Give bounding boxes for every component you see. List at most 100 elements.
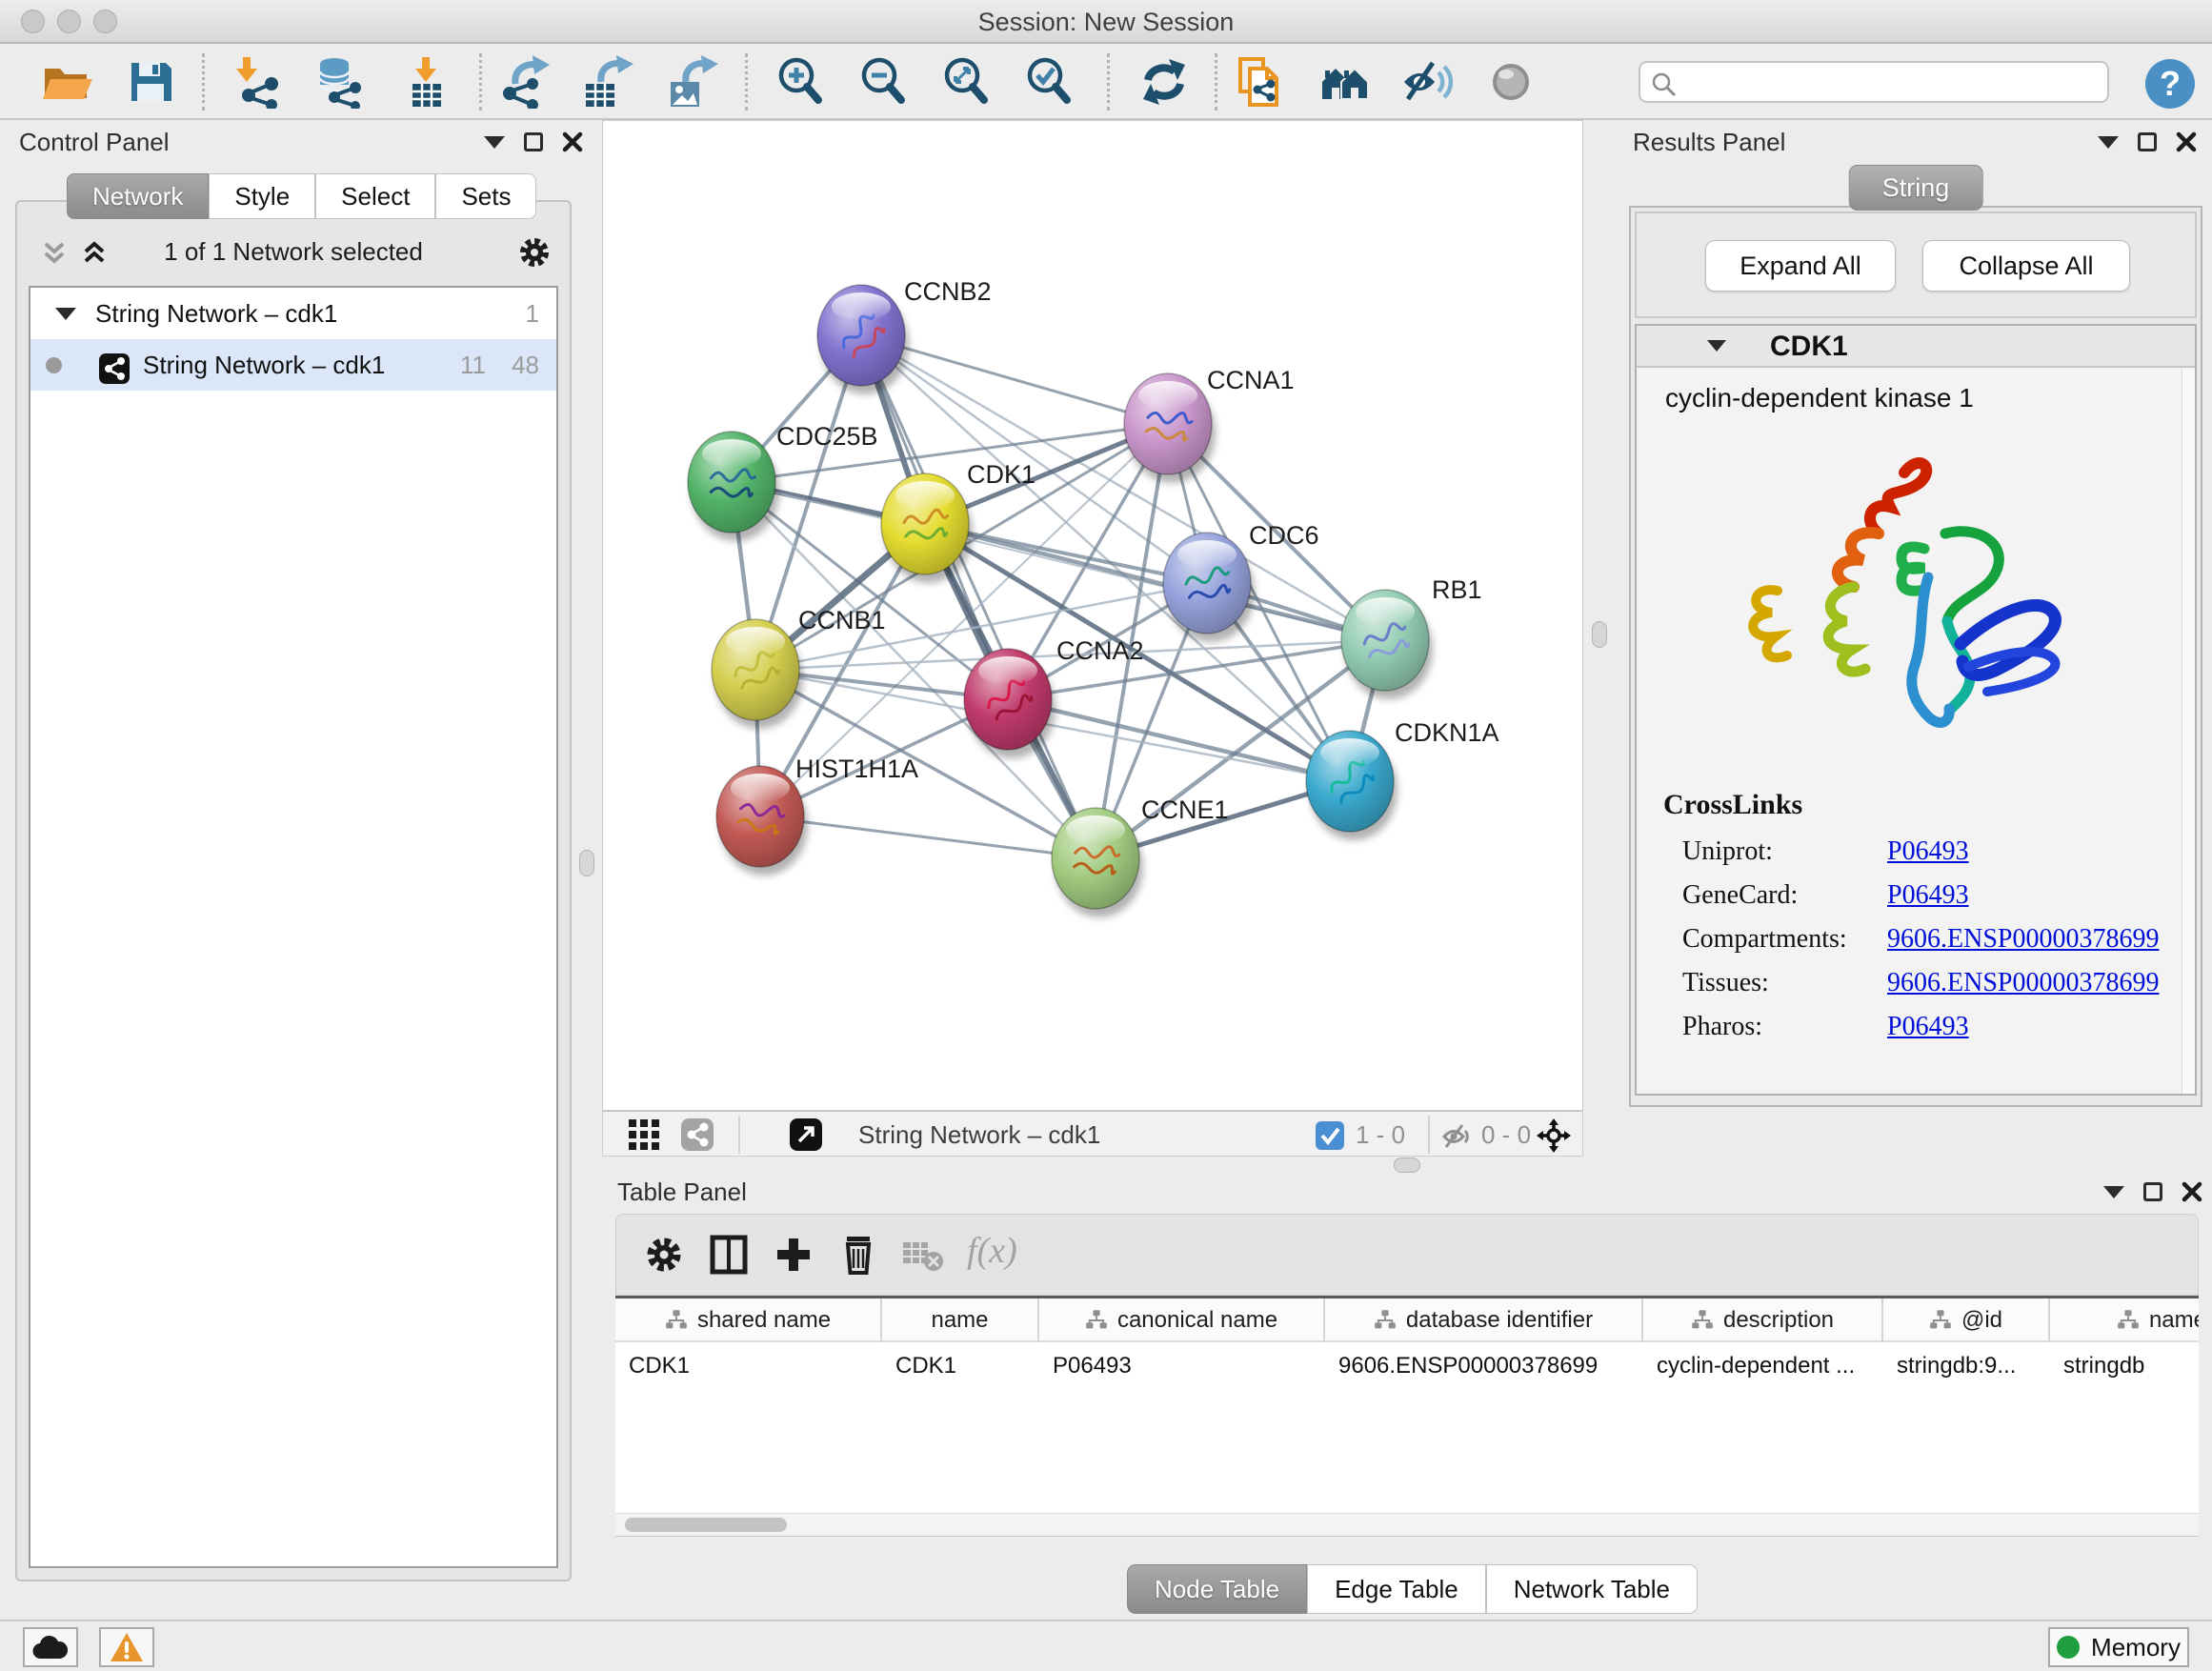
network-graph[interactable]: CCNB2CCNA1CDC25BCDK1CDC6RB1CCNB1CCNA2CDK… xyxy=(603,121,1582,1110)
node-CCNB2[interactable] xyxy=(817,285,909,394)
delete-column-icon[interactable] xyxy=(837,1234,879,1280)
table-row[interactable]: CDK1CDK1P064939606.ENSP00000378699cyclin… xyxy=(615,1344,2199,1388)
node-CDC6[interactable] xyxy=(1163,533,1255,642)
tab-network-table[interactable]: Network Table xyxy=(1486,1564,1698,1614)
expand-all-button[interactable]: Expand All xyxy=(1705,240,1896,292)
collection-expander-icon[interactable] xyxy=(55,308,76,320)
left-splitter-handle[interactable] xyxy=(579,850,594,876)
panel-menu-icon[interactable] xyxy=(2098,136,2119,149)
export-network-icon[interactable] xyxy=(498,55,552,109)
panel-menu-icon[interactable] xyxy=(484,136,505,149)
selected-checkbox-icon[interactable] xyxy=(1316,1121,1344,1155)
node-CDK1[interactable] xyxy=(881,473,973,583)
save-session-icon[interactable] xyxy=(124,55,177,109)
tab-sets[interactable]: Sets xyxy=(435,173,536,219)
table-cell[interactable]: cyclin-dependent ... xyxy=(1643,1344,1883,1388)
network-collection-row[interactable]: String Network – cdk1 1 xyxy=(30,288,556,339)
table-cell[interactable]: P06493 xyxy=(1039,1344,1325,1388)
cloud-button[interactable] xyxy=(23,1627,78,1667)
warnings-button[interactable] xyxy=(99,1627,154,1667)
node-CCNA2[interactable] xyxy=(964,649,1056,758)
horizontal-splitter-handle[interactable] xyxy=(1394,1158,1420,1173)
table-settings-gear-icon[interactable] xyxy=(643,1234,685,1280)
hide-glass-eye-icon[interactable] xyxy=(1400,55,1454,109)
network-share-view-icon[interactable] xyxy=(681,1118,714,1156)
node-CDKN1A[interactable] xyxy=(1306,731,1398,840)
crosslink-link[interactable]: 9606.ENSP00000378699 xyxy=(1887,924,2159,954)
crosslink-link[interactable]: P06493 xyxy=(1887,880,1969,910)
network-tree: String Network – cdk1 1 String Network –… xyxy=(29,286,558,1568)
results-scrollbar[interactable] xyxy=(2182,370,2195,1094)
network-options-gear-icon[interactable] xyxy=(516,234,553,275)
column-header--id[interactable]: @id xyxy=(1883,1299,2050,1342)
import-network-database-icon[interactable] xyxy=(312,55,365,109)
edge-HIST1H1A-CCNE1[interactable] xyxy=(760,816,1096,858)
crosslink-link[interactable]: P06493 xyxy=(1887,836,1969,866)
node-CDC25B[interactable] xyxy=(688,432,779,541)
tab-string[interactable]: String xyxy=(1849,165,1983,211)
node-CCNE1[interactable] xyxy=(1052,808,1143,917)
open-in-window-icon[interactable] xyxy=(790,1118,822,1156)
zoom-out-icon[interactable] xyxy=(856,55,910,109)
zoom-selected-icon[interactable] xyxy=(1022,55,1076,109)
panel-close-icon[interactable] xyxy=(2176,131,2197,152)
help-icon[interactable]: ? xyxy=(2143,57,2197,111)
show-glass-eye-icon[interactable] xyxy=(1484,55,1538,109)
table-cell[interactable]: 9606.ENSP00000378699 xyxy=(1325,1344,1643,1388)
table-cell[interactable]: CDK1 xyxy=(882,1344,1039,1388)
memory-button[interactable]: Memory xyxy=(2048,1627,2189,1667)
panel-close-icon[interactable] xyxy=(2182,1181,2202,1202)
birdseye-icon[interactable] xyxy=(1535,1117,1573,1159)
share-document-icon[interactable] xyxy=(1233,55,1286,109)
import-network-file-icon[interactable] xyxy=(231,55,285,109)
show-columns-icon[interactable] xyxy=(708,1234,750,1280)
tab-style[interactable]: Style xyxy=(209,173,315,219)
column-type-icon xyxy=(1085,1309,1108,1332)
crosslink-link[interactable]: P06493 xyxy=(1887,1012,1969,1041)
column-header-description[interactable]: description xyxy=(1643,1299,1883,1342)
node-CCNA1[interactable] xyxy=(1124,373,1216,483)
collapse-all-button[interactable]: Collapse All xyxy=(1922,240,2130,292)
scrollbar-thumb[interactable] xyxy=(625,1518,787,1532)
panel-float-icon[interactable] xyxy=(2138,132,2157,151)
grid-view-icon[interactable] xyxy=(628,1118,660,1156)
panel-close-icon[interactable] xyxy=(562,131,583,152)
add-column-icon[interactable] xyxy=(773,1234,814,1280)
node-CCNB1[interactable] xyxy=(712,619,803,729)
export-image-icon[interactable] xyxy=(665,55,718,109)
string-home-icon[interactable] xyxy=(1318,55,1372,109)
open-session-icon[interactable] xyxy=(40,55,93,109)
gene-section-header[interactable]: CDK1 xyxy=(1637,326,2195,368)
network-canvas[interactable]: CCNB2CCNA1CDC25BCDK1CDC6RB1CCNB1CCNA2CDK… xyxy=(602,120,1583,1111)
tab-select[interactable]: Select xyxy=(315,173,435,219)
table-cell[interactable]: stringdb xyxy=(2050,1344,2199,1388)
hidden-eye-icon[interactable] xyxy=(1441,1120,1474,1158)
zoom-in-icon[interactable] xyxy=(774,55,827,109)
panel-menu-icon[interactable] xyxy=(2103,1186,2124,1198)
node-RB1[interactable] xyxy=(1341,590,1433,699)
zoom-fit-icon[interactable] xyxy=(939,55,993,109)
crosslink-link[interactable]: 9606.ENSP00000378699 xyxy=(1887,968,2159,997)
right-splitter-handle[interactable] xyxy=(1592,621,1607,648)
column-header-database-identifier[interactable]: database identifier xyxy=(1325,1299,1643,1342)
refresh-icon[interactable] xyxy=(1137,55,1191,109)
import-table-file-icon[interactable] xyxy=(399,55,452,109)
panel-float-icon[interactable] xyxy=(2143,1182,2162,1201)
column-header-namespace[interactable]: namespace xyxy=(2050,1299,2199,1342)
horizontal-scrollbar[interactable] xyxy=(615,1513,2199,1536)
search-input[interactable] xyxy=(1686,65,2096,99)
column-header-canonical-name[interactable]: canonical name xyxy=(1039,1299,1325,1342)
tab-node-table[interactable]: Node Table xyxy=(1127,1564,1307,1614)
table-cell[interactable]: CDK1 xyxy=(615,1344,882,1388)
node-HIST1H1A[interactable] xyxy=(716,766,808,876)
section-expander-icon[interactable] xyxy=(1707,340,1726,352)
tab-network[interactable]: Network xyxy=(67,173,209,219)
gene-section: CDK1 cyclin-dependent kinase 1 xyxy=(1635,324,2197,1096)
column-header-name[interactable]: name xyxy=(882,1299,1039,1342)
column-header-shared-name[interactable]: shared name xyxy=(615,1299,882,1342)
export-table-icon[interactable] xyxy=(580,55,633,109)
panel-float-icon[interactable] xyxy=(524,132,543,151)
table-cell[interactable]: stringdb:9... xyxy=(1883,1344,2050,1388)
tab-edge-table[interactable]: Edge Table xyxy=(1307,1564,1486,1614)
network-row[interactable]: String Network – cdk1 11 48 xyxy=(30,339,556,391)
